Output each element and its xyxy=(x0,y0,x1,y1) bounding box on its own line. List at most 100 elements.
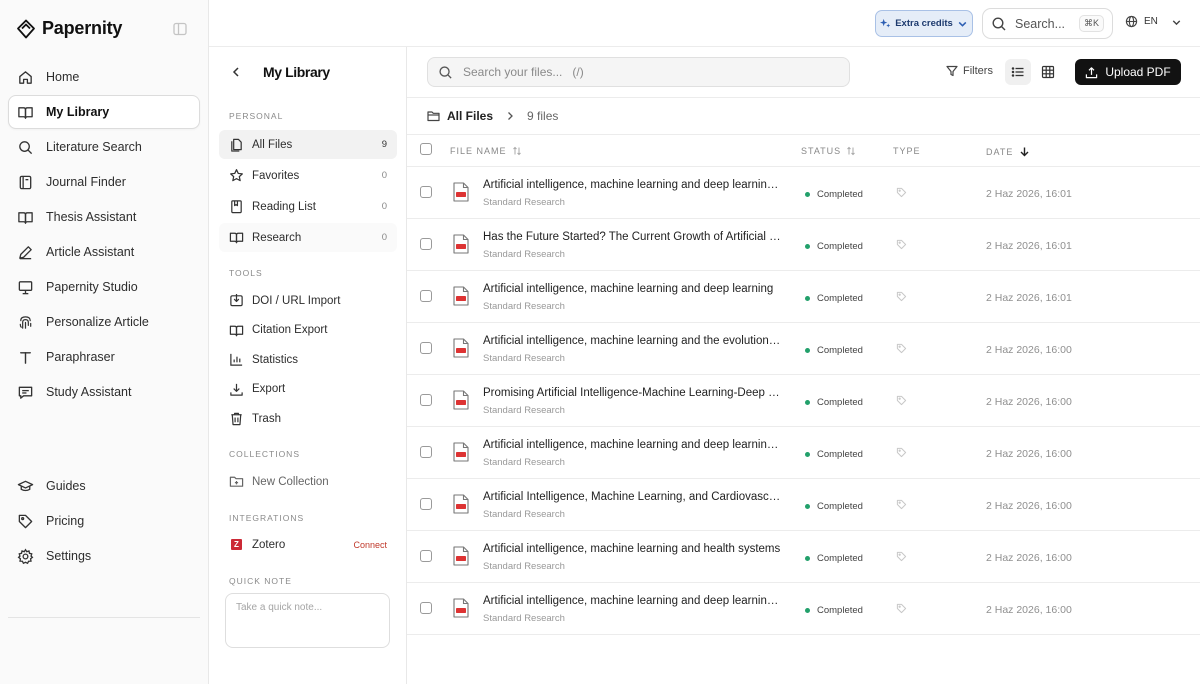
tag-icon[interactable] xyxy=(896,499,907,510)
breadcrumb-all-files[interactable]: All Files xyxy=(447,109,493,123)
sidebar-item-home[interactable]: Home xyxy=(8,60,200,94)
tag-icon[interactable] xyxy=(896,447,907,458)
filters-button[interactable]: Filters xyxy=(946,65,993,77)
row-checkbox[interactable] xyxy=(420,186,432,198)
table-row[interactable]: Promising Artificial Intelligence-Machin… xyxy=(407,375,1200,427)
tool-doi-url-import[interactable]: DOI / URL Import xyxy=(219,286,397,315)
file-name[interactable]: Artificial intelligence, machine learnin… xyxy=(483,543,783,555)
pdf-file-icon xyxy=(453,182,469,202)
table-row[interactable]: Artificial intelligence, machine learnin… xyxy=(407,583,1200,635)
table-row[interactable]: Artificial intelligence, machine learnin… xyxy=(407,323,1200,375)
select-all-checkbox[interactable] xyxy=(420,143,432,155)
extra-credits-button[interactable]: Extra credits xyxy=(875,10,973,37)
sidebar-item-papernity-studio[interactable]: Papernity Studio xyxy=(8,270,200,304)
file-type-label: Standard Research xyxy=(483,249,565,260)
chevron-right-icon xyxy=(499,111,521,121)
file-name[interactable]: Artificial intelligence, machine learnin… xyxy=(483,179,783,191)
table-row[interactable]: Has the Future Started? The Current Grow… xyxy=(407,219,1200,271)
column-date[interactable]: DATE xyxy=(986,146,1030,157)
file-search xyxy=(427,57,850,87)
tag-icon[interactable] xyxy=(896,187,907,198)
row-checkbox[interactable] xyxy=(420,602,432,614)
file-search-input[interactable] xyxy=(463,65,823,79)
table-row[interactable]: Artificial intelligence, machine learnin… xyxy=(407,271,1200,323)
file-name[interactable]: Has the Future Started? The Current Grow… xyxy=(483,231,783,243)
row-checkbox[interactable] xyxy=(420,498,432,510)
sidebar-item-paraphraser[interactable]: Paraphraser xyxy=(8,340,200,374)
sidebar-item-study-assistant[interactable]: Study Assistant xyxy=(8,375,200,409)
sidebar-item-personalize-article[interactable]: Personalize Article xyxy=(8,305,200,339)
status-label: Completed xyxy=(817,605,863,616)
row-checkbox[interactable] xyxy=(420,550,432,562)
row-checkbox[interactable] xyxy=(420,238,432,250)
row-checkbox[interactable] xyxy=(420,290,432,302)
sidebar-item-literature-search[interactable]: Literature Search xyxy=(8,130,200,164)
library-panel: My Library PERSONAL All Files 9 Favorite… xyxy=(209,47,407,684)
top-bar: Extra credits Search... ⌘K EN xyxy=(209,0,1200,47)
sidebar-item-label: Article Assistant xyxy=(46,245,135,259)
file-type-label: Standard Research xyxy=(483,197,565,208)
file-type-label: Standard Research xyxy=(483,561,565,572)
quick-note-textarea[interactable]: Take a quick note... xyxy=(225,593,390,648)
sidebar-item-settings[interactable]: Settings xyxy=(8,539,200,573)
tag-icon[interactable] xyxy=(896,239,907,250)
file-name[interactable]: Artificial intelligence, machine learnin… xyxy=(483,595,783,607)
back-chevron-icon[interactable] xyxy=(229,65,243,79)
file-date: 2 Haz 2026, 16:01 xyxy=(986,292,1072,304)
library-item-all-files[interactable]: All Files 9 xyxy=(219,130,397,159)
tool-export[interactable]: Export xyxy=(219,375,397,404)
table-row[interactable]: Artificial Intelligence, Machine Learnin… xyxy=(407,479,1200,531)
book-open-icon xyxy=(229,323,244,338)
column-status[interactable]: STATUS xyxy=(801,146,856,156)
status-badge: Completed xyxy=(805,449,863,460)
file-name[interactable]: Artificial intelligence, machine learnin… xyxy=(483,439,783,451)
global-search[interactable]: Search... ⌘K xyxy=(982,8,1113,39)
sidebar-item-thesis-assistant[interactable]: Thesis Assistant xyxy=(8,200,200,234)
row-checkbox[interactable] xyxy=(420,446,432,458)
column-file-name[interactable]: FILE NAME xyxy=(450,146,522,156)
list-view-toggle[interactable] xyxy=(1005,59,1031,85)
sidebar-collapse-icon[interactable] xyxy=(172,21,188,37)
tool-trash[interactable]: Trash xyxy=(219,404,397,433)
integrations-list: Z Zotero Connect xyxy=(219,530,397,561)
language-selector[interactable]: EN xyxy=(1125,15,1181,28)
upload-pdf-button[interactable]: Upload PDF xyxy=(1075,59,1181,85)
table-row[interactable]: Artificial intelligence, machine learnin… xyxy=(407,167,1200,219)
sidebar-item-journal-finder[interactable]: Journal Finder xyxy=(8,165,200,199)
tag-icon[interactable] xyxy=(896,603,907,614)
message-icon xyxy=(17,384,34,401)
library-item-reading-list[interactable]: Reading List 0 xyxy=(219,192,397,221)
sidebar-item-article-assistant[interactable]: Article Assistant xyxy=(8,235,200,269)
status-dot xyxy=(805,452,810,457)
file-browser: Filters Upload PDF All Files 9 files FIL… xyxy=(407,47,1200,684)
library-item-favorites[interactable]: Favorites 0 xyxy=(219,161,397,190)
library-item-research[interactable]: Research 0 xyxy=(219,223,397,252)
table-row[interactable]: Artificial intelligence, machine learnin… xyxy=(407,427,1200,479)
app-logo[interactable]: Papernity xyxy=(16,18,122,39)
zotero-connect-link[interactable]: Connect xyxy=(353,540,387,550)
file-name[interactable]: Artificial Intelligence, Machine Learnin… xyxy=(483,491,783,503)
status-dot xyxy=(805,192,810,197)
tag-icon[interactable] xyxy=(896,551,907,562)
new-collection-button[interactable]: New Collection xyxy=(219,467,397,496)
sidebar-item-pricing[interactable]: Pricing xyxy=(8,504,200,538)
tag-icon[interactable] xyxy=(896,291,907,302)
table-row[interactable]: Artificial intelligence, machine learnin… xyxy=(407,531,1200,583)
tag-icon[interactable] xyxy=(896,395,907,406)
tool-citation-export[interactable]: Citation Export xyxy=(219,316,397,345)
filters-label: Filters xyxy=(963,65,993,77)
file-name[interactable]: Promising Artificial Intelligence-Machin… xyxy=(483,387,783,399)
status-dot xyxy=(805,556,810,561)
grid-view-toggle[interactable] xyxy=(1035,59,1061,85)
sidebar-item-my-library[interactable]: My Library xyxy=(8,95,200,129)
tag-icon[interactable] xyxy=(896,343,907,354)
file-name[interactable]: Artificial intelligence, machine learnin… xyxy=(483,283,783,295)
file-name[interactable]: Artificial intelligence, machine learnin… xyxy=(483,335,783,347)
row-checkbox[interactable] xyxy=(420,342,432,354)
zotero-logo-icon: Z xyxy=(231,539,242,550)
row-checkbox[interactable] xyxy=(420,394,432,406)
tool-statistics[interactable]: Statistics xyxy=(219,345,397,374)
status-dot xyxy=(805,348,810,353)
search-icon xyxy=(991,16,1007,32)
sidebar-item-guides[interactable]: Guides xyxy=(8,469,200,503)
